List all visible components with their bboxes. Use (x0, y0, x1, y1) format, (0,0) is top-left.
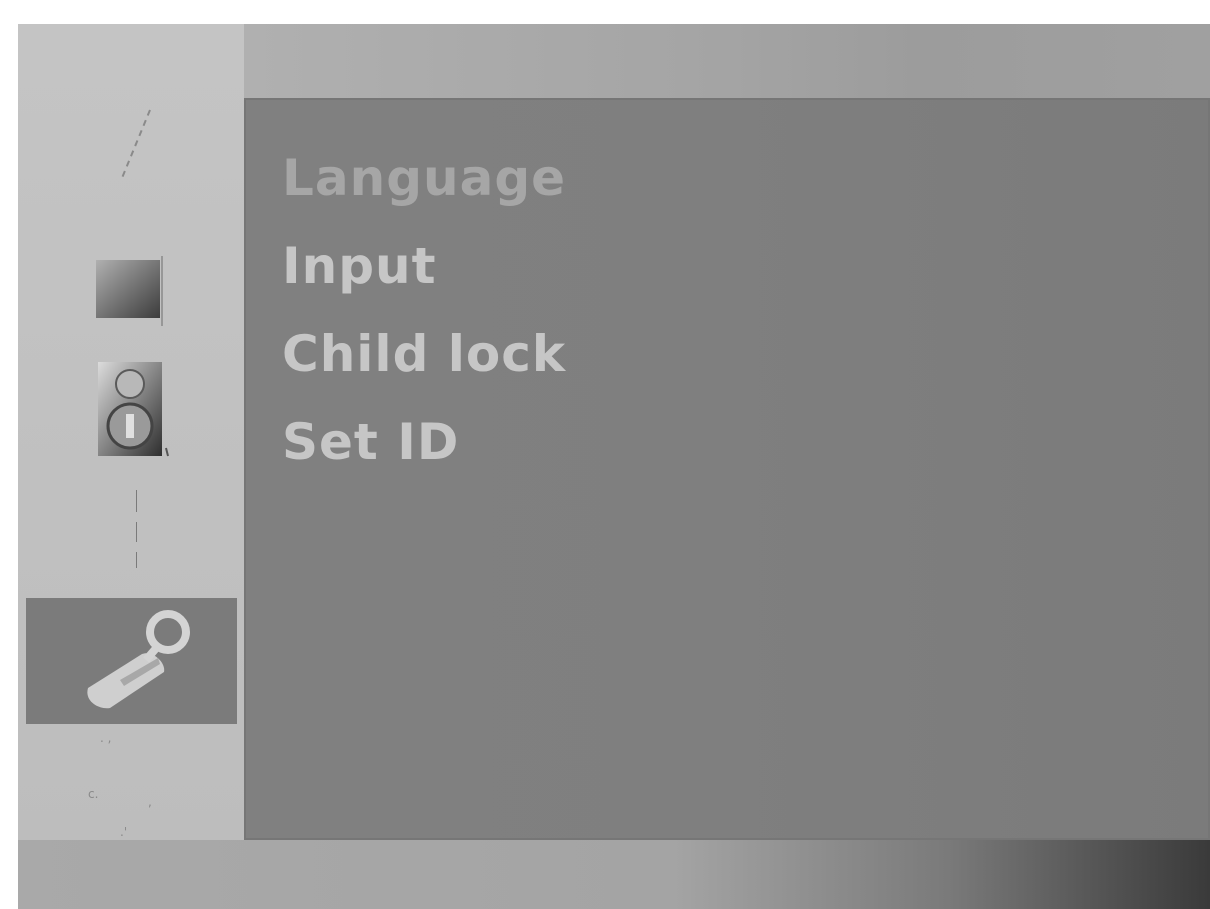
bottom-bar (18, 840, 1210, 909)
option-wrench-icon (87, 610, 190, 709)
menu-item-set-id[interactable]: Set ID (282, 398, 566, 486)
svg-text:. ,: . , (100, 731, 111, 745)
osd-screen: . , c. , .' Language Input Child lock Se… (18, 24, 1210, 909)
option-menu-list: Language Input Child lock Set ID (282, 134, 566, 486)
svg-text:,: , (148, 795, 152, 809)
picture-icon[interactable] (94, 256, 164, 328)
svg-text:.': .' (120, 825, 127, 839)
screen-icon[interactable]: . , c. , .' (78, 728, 178, 840)
menu-item-child-lock[interactable]: Child lock (282, 310, 566, 398)
menu-sidebar: . , c. , .' (18, 24, 244, 840)
clock-icon[interactable] (136, 490, 138, 578)
option-menu-panel: Language Input Child lock Set ID (244, 98, 1210, 840)
menu-item-language[interactable]: Language (282, 134, 566, 222)
menu-item-input[interactable]: Input (282, 222, 566, 310)
top-band (244, 24, 1210, 98)
tab-option-selected[interactable] (26, 598, 237, 724)
svg-text:c.: c. (88, 787, 98, 801)
antenna-icon[interactable] (114, 108, 158, 180)
speaker-icon[interactable] (88, 358, 174, 460)
